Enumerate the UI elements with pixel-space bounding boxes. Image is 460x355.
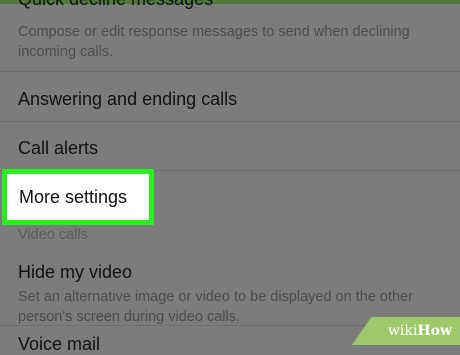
divider [0,71,460,72]
watermark-how: How [417,323,452,339]
settings-item-answering[interactable]: Answering and ending calls [18,88,446,110]
item-title: Quick decline messages [18,0,446,10]
item-title: More settings [19,186,128,207]
item-title: Answering and ending calls [18,89,238,109]
item-title: Hide my video [18,262,133,282]
item-title: Call alerts [18,138,99,158]
settings-item-quick-decline[interactable]: Quick decline messages Compose or edit r… [18,0,446,62]
section-header-video-calls: Video calls [18,227,88,243]
item-description: Compose or edit response messages to sen… [18,24,410,60]
settings-item-more-settings[interactable]: More settings [2,169,154,225]
settings-item-call-alerts[interactable]: Call alerts [18,137,446,159]
divider [0,121,460,122]
watermark-wiki: wiki [387,323,418,339]
